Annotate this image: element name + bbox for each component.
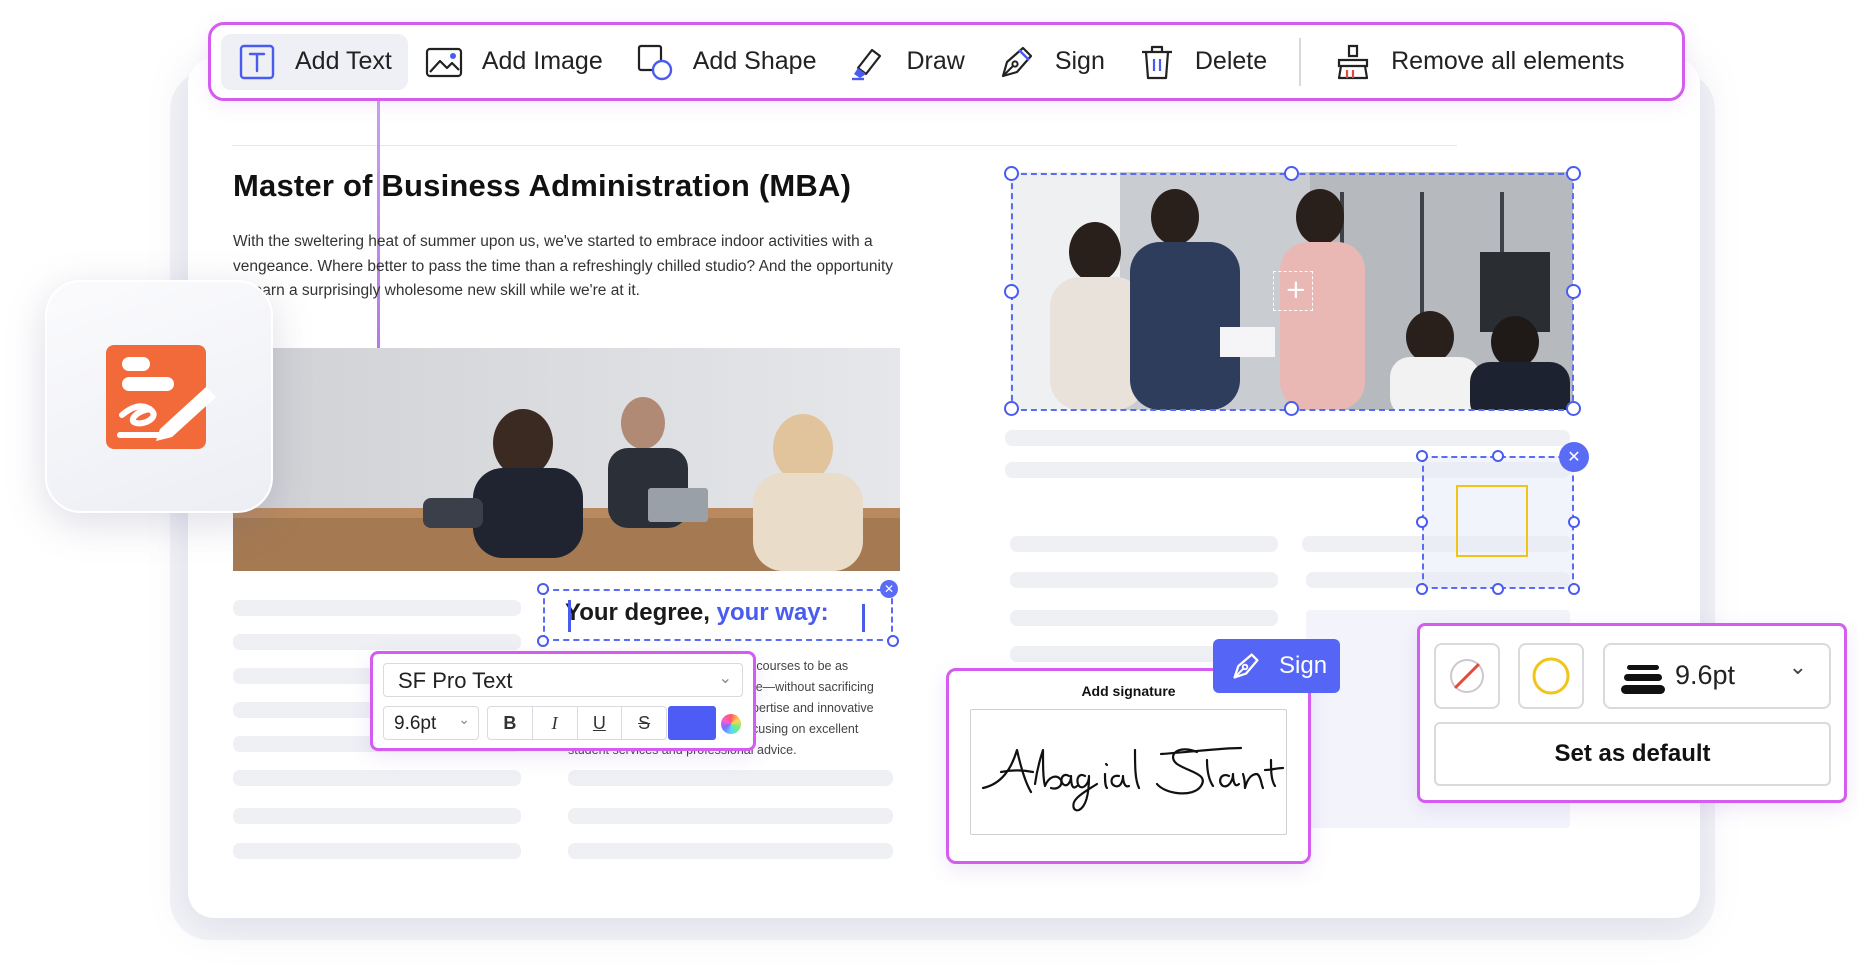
add-text-label: Add Text — [295, 47, 392, 75]
font-family-select[interactable]: SF Pro Text ⌄ — [383, 663, 743, 697]
document-divider — [232, 145, 1457, 146]
resize-handle[interactable] — [1568, 516, 1580, 528]
add-image-label: Add Image — [481, 47, 603, 75]
format-button-group: B I U S — [487, 706, 667, 740]
stroke-width-select[interactable]: 9.6pt ⌄ — [1603, 643, 1831, 709]
add-shape-button[interactable]: Add Shape — [619, 34, 833, 90]
sign-label: Sign — [1054, 47, 1105, 75]
resize-handle[interactable] — [1416, 450, 1428, 462]
rectangle-shape[interactable] — [1456, 485, 1528, 557]
color-wheel-icon[interactable] — [721, 714, 741, 734]
resize-handle[interactable] — [1566, 284, 1581, 299]
editable-text[interactable]: Your degree, your way: — [565, 599, 829, 627]
resize-handle[interactable] — [537, 635, 549, 647]
remove-all-elements-button[interactable]: Remove all elements — [1317, 34, 1640, 90]
placeholder-line — [568, 770, 893, 786]
stroke-width-icon — [1621, 665, 1665, 694]
set-as-default-button[interactable]: Set as default — [1434, 722, 1831, 786]
font-size-value: 9.6pt — [394, 713, 437, 734]
signature-canvas[interactable] — [970, 709, 1287, 835]
meeting-photo[interactable] — [233, 348, 900, 571]
add-image-button[interactable]: Add Image — [408, 34, 619, 90]
editable-text-accent: your way: — [716, 599, 829, 626]
text-box-icon — [239, 44, 275, 79]
handwritten-signature — [981, 746, 1285, 812]
add-text-button[interactable]: Add Text — [221, 33, 408, 90]
shape-style-panel: 9.6pt ⌄ Set as default — [1417, 623, 1847, 803]
toolbar-divider — [1299, 37, 1302, 86]
chevron-down-icon: ⌄ — [718, 670, 732, 687]
italic-button[interactable]: I — [533, 707, 578, 739]
sign-button-label: Sign — [1279, 652, 1328, 679]
resize-handle[interactable] — [537, 583, 549, 595]
pdf-editor-app-icon — [106, 345, 216, 449]
resize-handle[interactable] — [1284, 401, 1299, 416]
placeholder-line — [1010, 610, 1278, 626]
article-paragraph: With the sweltering heat of summer upon … — [233, 233, 894, 299]
resize-handle[interactable] — [1004, 284, 1019, 299]
pen-nib-icon — [1233, 653, 1259, 679]
stroke-color-button[interactable] — [1518, 643, 1584, 709]
resize-handle[interactable] — [887, 635, 899, 647]
draw-label: Draw — [906, 47, 965, 75]
draw-button[interactable]: Draw — [832, 34, 980, 90]
sign-button[interactable]: Sign — [1213, 639, 1340, 693]
resize-handle[interactable] — [1568, 583, 1580, 595]
font-family-value: SF Pro Text — [398, 668, 513, 693]
broom-icon — [1338, 44, 1369, 79]
text-caret-end[interactable] — [862, 604, 865, 632]
resize-handle[interactable] — [1416, 516, 1428, 528]
font-size-select[interactable]: 9.6pt ⌄ — [383, 706, 479, 740]
placeholder-line — [568, 843, 893, 859]
text-format-panel: SF Pro Text ⌄ 9.6pt ⌄ B I U S — [370, 651, 756, 751]
placeholder-line — [233, 634, 521, 650]
placeholder-line — [233, 808, 521, 824]
chevron-down-icon: ⌄ — [1788, 655, 1807, 680]
strikethrough-button[interactable]: S — [622, 707, 666, 739]
placeholder-line — [1005, 430, 1570, 446]
remove-all-elements-label: Remove all elements — [1391, 47, 1625, 75]
no-fill-icon — [1450, 659, 1484, 693]
trash-icon — [1141, 45, 1172, 79]
chevron-down-icon: ⌄ — [458, 711, 470, 727]
placeholder-line — [233, 600, 521, 616]
placeholder-line — [1010, 536, 1278, 552]
pen-nib-icon — [1001, 46, 1032, 77]
delete-button[interactable]: Delete — [1121, 34, 1283, 90]
underline-button[interactable]: U — [578, 707, 623, 739]
text-color-swatch[interactable] — [668, 706, 716, 740]
move-handle[interactable]: + — [1273, 271, 1313, 311]
resize-handle[interactable] — [1566, 401, 1581, 416]
placeholder-line — [568, 808, 893, 824]
resize-handle[interactable] — [1566, 166, 1581, 181]
page-title: Master of Business Administration (MBA) — [233, 168, 852, 203]
close-icon[interactable]: ✕ — [880, 580, 898, 598]
shape-icon — [637, 44, 672, 80]
resize-handle[interactable] — [1004, 166, 1019, 181]
add-signature-panel: Add signature — [946, 668, 1311, 864]
resize-handle[interactable] — [1284, 166, 1299, 181]
resize-handle[interactable] — [1492, 583, 1504, 595]
bold-button[interactable]: B — [488, 707, 533, 739]
placeholder-line — [233, 770, 521, 786]
fill-color-button[interactable] — [1434, 643, 1500, 709]
edit-toolbar: Add Text Add Image Add Shape Draw Sign D… — [208, 22, 1685, 101]
text-caret-start[interactable] — [568, 600, 571, 632]
add-shape-label: Add Shape — [692, 47, 817, 75]
sign-toolbar-button[interactable]: Sign — [981, 34, 1121, 90]
resize-handle[interactable] — [1492, 450, 1504, 462]
resize-handle[interactable] — [1416, 583, 1428, 595]
highlighter-icon — [852, 48, 882, 80]
delete-label: Delete — [1194, 47, 1268, 75]
placeholder-line — [233, 843, 521, 859]
image-icon — [425, 47, 462, 77]
meeting-photo-illustration — [233, 348, 900, 571]
close-icon[interactable]: ✕ — [1559, 442, 1589, 472]
crosshair-icon: + — [1285, 275, 1307, 305]
placeholder-line — [1010, 572, 1278, 588]
yellow-circle-icon — [1532, 657, 1570, 695]
stroke-width-value: 9.6pt — [1675, 660, 1736, 690]
resize-handle[interactable] — [1004, 401, 1019, 416]
